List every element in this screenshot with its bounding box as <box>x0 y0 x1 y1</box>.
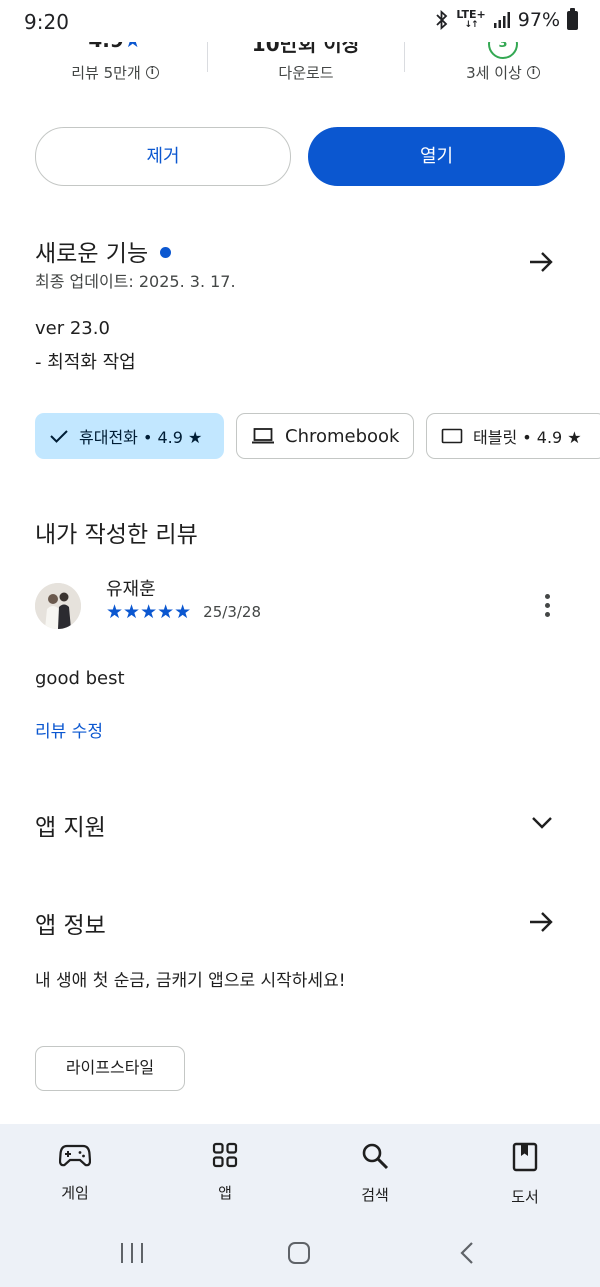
check-icon <box>50 430 68 443</box>
reviewer-name: 유재훈 <box>106 579 156 600</box>
chevron-down-icon[interactable] <box>528 809 556 837</box>
nav-search[interactable]: 검색 <box>325 1142 425 1205</box>
more-options-icon[interactable] <box>537 594 557 620</box>
age-rating-label: 3세 이상 <box>466 64 522 82</box>
arrow-right-icon[interactable] <box>527 908 555 936</box>
back-icon[interactable] <box>458 1241 476 1265</box>
device-chip-phone[interactable]: 휴대전화 • 4.9 ★ <box>35 413 224 459</box>
nav-apps[interactable]: 앱 <box>175 1142 275 1203</box>
battery-level: 97% <box>517 9 560 31</box>
whats-new-title: 새로운 기능 <box>35 241 149 267</box>
status-bar: 9:20 LTE+ ↓↑ 97% <box>0 0 600 42</box>
device-chip-label: Chromebook <box>285 425 400 447</box>
device-chip-tablet[interactable]: 태블릿 • 4.9 ★ <box>426 413 600 459</box>
version-text: ver 23.0 <box>35 318 110 339</box>
arrow-right-icon[interactable] <box>527 248 555 276</box>
system-navigation-bar <box>0 1224 600 1287</box>
apps-grid-icon <box>212 1142 238 1168</box>
star-rating-icons: ★★★★★ <box>106 601 192 623</box>
review-date: 25/3/28 <box>203 603 261 621</box>
release-notes: - 최적화 작업 <box>35 352 136 373</box>
recent-apps-icon[interactable] <box>119 1242 145 1264</box>
gamepad-icon <box>58 1144 92 1167</box>
info-icon: i <box>145 66 159 79</box>
nav-label: 앱 <box>218 1184 232 1202</box>
rating-label: 리뷰 5만개 <box>71 64 141 82</box>
nav-label: 도서 <box>511 1188 539 1206</box>
review-stars: ★★★★★ 25/3/28 <box>106 601 261 623</box>
nav-label: 검색 <box>361 1186 389 1204</box>
laptop-icon <box>252 428 274 444</box>
home-icon[interactable] <box>287 1241 311 1265</box>
signal-icon <box>493 12 510 28</box>
divider <box>404 40 405 72</box>
network-indicator: LTE+ ↓↑ <box>456 8 486 30</box>
nav-label: 게임 <box>61 1184 89 1202</box>
open-button[interactable]: 열기 <box>308 127 565 186</box>
tablet-icon <box>441 428 463 444</box>
new-indicator-dot <box>160 247 172 258</box>
nav-books[interactable]: 도서 <box>475 1142 575 1207</box>
my-review-title: 내가 작성한 리뷰 <box>35 522 198 548</box>
status-time: 9:20 <box>24 10 69 34</box>
uninstall-button[interactable]: 제거 <box>35 127 291 186</box>
book-icon <box>512 1142 538 1172</box>
device-chip-label: 휴대전화 • 4.9 ★ <box>79 428 203 447</box>
battery-icon <box>567 7 578 30</box>
info-icon: i <box>526 66 540 79</box>
avatar <box>35 583 81 629</box>
search-icon <box>362 1143 389 1170</box>
review-text: good best <box>35 668 125 689</box>
device-chip-label: 태블릿 • 4.9 ★ <box>473 428 582 447</box>
about-app-title: 앱 정보 <box>35 913 106 939</box>
nav-games[interactable]: 게임 <box>25 1142 125 1203</box>
last-updated: 최종 업데이트: 2025. 3. 17. <box>35 272 236 291</box>
bottom-navigation: 게임 앱 검색 도서 <box>0 1124 600 1287</box>
bluetooth-icon <box>436 10 448 30</box>
app-support-title: 앱 지원 <box>35 815 106 841</box>
category-chip[interactable]: 라이프스타일 <box>35 1046 185 1091</box>
app-description: 내 생애 첫 순금, 금캐기 앱으로 시작하세요! <box>35 971 346 991</box>
divider <box>207 40 208 72</box>
edit-review-link[interactable]: 리뷰 수정 <box>35 717 103 742</box>
device-chip-chromebook[interactable]: Chromebook <box>236 413 414 459</box>
downloads-label: 다운로드 <box>278 64 334 82</box>
